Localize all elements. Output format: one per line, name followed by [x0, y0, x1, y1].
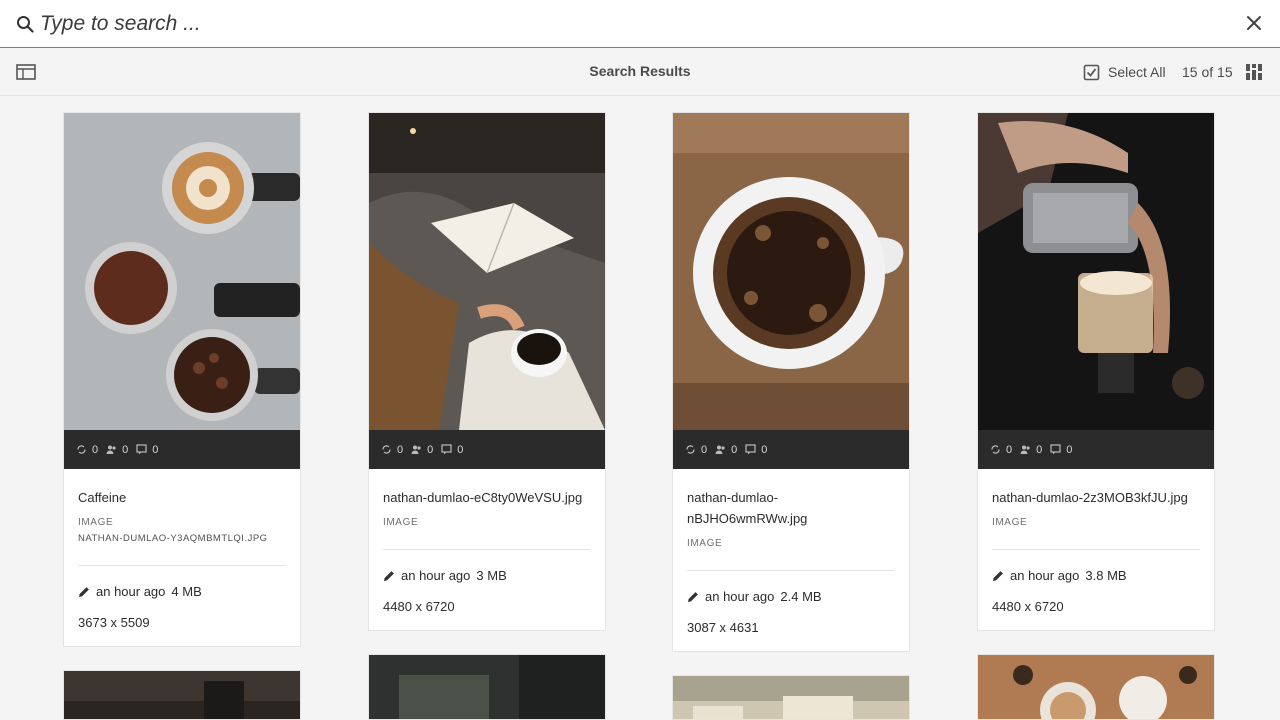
- asset-thumbnail: 0 0 0: [369, 113, 605, 469]
- asset-modified: an hour ago: [705, 589, 775, 604]
- asset-thumbnail: 0 0 0: [673, 113, 909, 469]
- select-all-label: Select All: [1108, 64, 1166, 80]
- asset-size: 3 MB: [476, 568, 507, 583]
- asset-thumbnail: [978, 655, 1214, 719]
- divider: [383, 549, 591, 550]
- divider: [687, 570, 895, 571]
- grid-view-icon[interactable]: [1245, 63, 1263, 81]
- asset-card[interactable]: 0 0 0 nathan-dumlao-nBJHO6wmRWw.jpg IMAG…: [672, 112, 910, 652]
- asset-dimensions: 4480 x 6720: [383, 599, 455, 614]
- checkbox-icon: [1083, 64, 1100, 80]
- rail-toggle-icon[interactable]: [16, 64, 36, 80]
- asset-title: Caffeine: [78, 490, 127, 505]
- versions-count: 0: [92, 443, 99, 456]
- search-input[interactable]: [40, 8, 1220, 40]
- asset-type: IMAGE: [687, 538, 723, 549]
- asset-dimensions: 4480 x 6720: [992, 599, 1064, 614]
- asset-thumbnail: 0 0 0: [978, 113, 1214, 469]
- versions-count: 0: [701, 443, 708, 456]
- pencil-icon: [79, 586, 89, 597]
- latte-art-pour-image: [978, 113, 1214, 430]
- people-count: 0: [122, 443, 129, 456]
- comments-count: 0: [761, 443, 768, 456]
- asset-modified: an hour ago: [96, 584, 166, 599]
- asset-card[interactable]: [672, 675, 910, 720]
- divider: [78, 565, 286, 566]
- asset-card[interactable]: 0 0 0 nathan-dumlao-2z3MOB3kfJU.jpg IMAG…: [977, 112, 1215, 631]
- asset-thumbnail: [64, 671, 300, 719]
- pencil-icon: [993, 570, 1003, 581]
- asset-thumbnail: 0 0 0: [64, 113, 300, 469]
- comment-icon: [745, 444, 756, 455]
- results-count: 15 of 15: [1182, 64, 1233, 80]
- sync-icon: [382, 445, 391, 454]
- asset-type: IMAGE: [992, 517, 1028, 528]
- asset-filename: NATHAN-DUMLAO-Y3AQMBMTLQI.JPG: [78, 533, 268, 544]
- asset-size: 4 MB: [171, 584, 202, 599]
- sync-icon: [77, 445, 86, 454]
- asset-modified: an hour ago: [401, 568, 471, 583]
- action-bar: Search Results Select All 15 of 15: [0, 49, 1280, 96]
- reading-book-image: [369, 113, 605, 430]
- asset-title: nathan-dumlao-eC8ty0WeVSU.jpg: [383, 490, 583, 505]
- sync-icon: [991, 445, 1000, 454]
- asset-dimensions: 3087 x 4631: [687, 620, 759, 635]
- asset-type: IMAGE: [383, 517, 419, 528]
- people-icon: [106, 445, 116, 454]
- comment-icon: [1050, 444, 1061, 455]
- select-all-button[interactable]: Select All: [1083, 62, 1166, 82]
- asset-type: IMAGE: [78, 517, 114, 528]
- versions-count: 0: [397, 443, 404, 456]
- pencil-icon: [688, 591, 698, 602]
- comments-count: 0: [152, 443, 159, 456]
- asset-thumbnail: [369, 655, 605, 719]
- comment-icon: [136, 444, 147, 455]
- people-icon: [411, 445, 421, 454]
- asset-card[interactable]: [368, 654, 606, 720]
- asset-card[interactable]: [63, 670, 301, 720]
- asset-size: 2.4 MB: [780, 589, 822, 604]
- asset-dimensions: 3673 x 5509: [78, 615, 150, 630]
- asset-modified: an hour ago: [1010, 568, 1080, 583]
- asset-title: nathan-dumlao-2z3MOB3kfJU.jpg: [992, 490, 1188, 505]
- people-icon: [1020, 445, 1030, 454]
- people-count: 0: [731, 443, 738, 456]
- asset-stats-bar: 0 0 0: [369, 430, 605, 469]
- coffee-cup-image: [673, 113, 909, 430]
- sync-icon: [686, 445, 695, 454]
- asset-card[interactable]: 0 0 0 Caffeine IMAGE NATHAN-DUMLAO-Y3AQM…: [63, 112, 301, 647]
- comments-count: 0: [1066, 443, 1073, 456]
- asset-size: 3.8 MB: [1085, 568, 1127, 583]
- asset-title: nathan-dumlao-nBJHO6wmRWw.jpg: [687, 490, 808, 526]
- asset-stats-bar: 0 0 0: [978, 430, 1214, 469]
- asset-stats-bar: 0 0 0: [673, 430, 909, 469]
- asset-stats-bar: 0 0 0: [64, 430, 300, 469]
- search-bar: [0, 0, 1280, 48]
- asset-card[interactable]: 0 0 0 nathan-dumlao-eC8ty0WeVSU.jpg IMAG…: [368, 112, 606, 631]
- pencil-icon: [384, 570, 394, 581]
- coffee-portafilters-image: [64, 113, 300, 430]
- comment-icon: [441, 444, 452, 455]
- versions-count: 0: [1006, 443, 1013, 456]
- people-count: 0: [427, 443, 434, 456]
- people-count: 0: [1036, 443, 1043, 456]
- search-icon: [17, 16, 34, 33]
- divider: [992, 549, 1200, 550]
- asset-thumbnail: [673, 676, 909, 719]
- asset-card[interactable]: [977, 654, 1215, 720]
- comments-count: 0: [457, 443, 464, 456]
- people-icon: [715, 445, 725, 454]
- close-icon[interactable]: [1244, 13, 1264, 33]
